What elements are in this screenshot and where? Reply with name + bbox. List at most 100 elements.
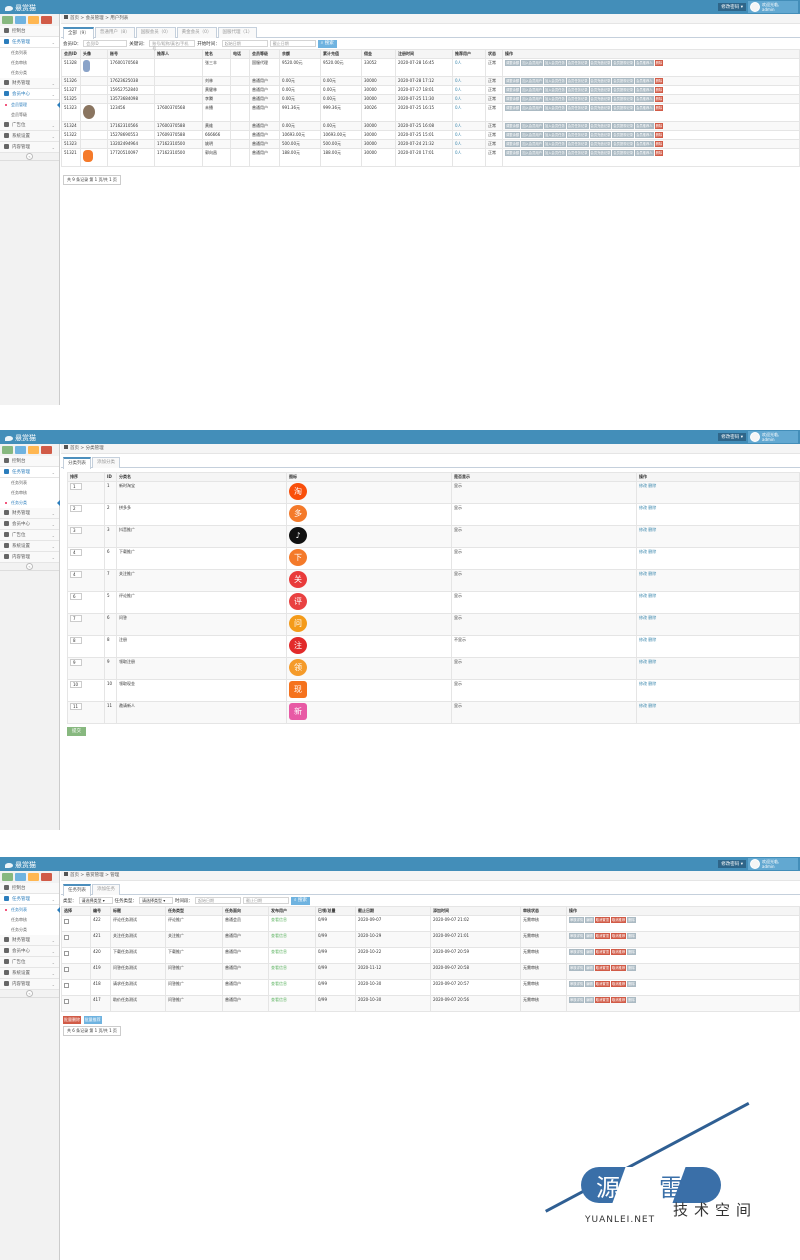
tab-all[interactable]: 全部（9） xyxy=(63,27,94,39)
action-button[interactable]: 取消推荐 xyxy=(610,949,627,955)
cog-shortcut-icon[interactable] xyxy=(41,873,52,881)
action-button[interactable]: 调整余额 xyxy=(505,78,521,84)
cell-actions[interactable]: 修改 删除 xyxy=(636,635,800,658)
nav-finance[interactable]: 财务管理 ⌄ xyxy=(0,935,59,946)
action-button[interactable]: 取消推荐 xyxy=(610,917,627,923)
action-button[interactable]: 会员充值记录 xyxy=(589,60,612,66)
action-button[interactable]: 会员推荐人 xyxy=(635,87,654,93)
action-button[interactable]: 会员推荐人 xyxy=(635,60,654,66)
row-checkbox[interactable] xyxy=(64,935,69,940)
action-button[interactable]: 会员任务记录 xyxy=(566,96,589,102)
crumb-home[interactable]: 首页 xyxy=(70,16,79,21)
action-button[interactable]: 会员任务记录 xyxy=(566,87,589,93)
home-shortcut-icon[interactable] xyxy=(2,873,13,881)
action-button[interactable]: 会员提现记录 xyxy=(612,96,635,102)
cell-actions[interactable]: 修改 删除 xyxy=(636,613,800,636)
action-button[interactable]: 会员任务记录 xyxy=(566,123,589,129)
action-button[interactable]: 调整余额 xyxy=(505,141,521,147)
member-id-input[interactable]: 会员ID xyxy=(83,40,128,47)
action-button[interactable]: 加入会员用户 xyxy=(521,78,543,84)
cog-shortcut-icon[interactable] xyxy=(41,446,52,454)
action-button[interactable]: 调整余额 xyxy=(505,123,521,129)
action-button[interactable]: 审核详情 xyxy=(569,997,585,1003)
sort-input[interactable]: 10 xyxy=(70,681,82,688)
action-button[interactable]: 取消推荐 xyxy=(610,997,627,1003)
row-checkbox[interactable] xyxy=(64,951,69,956)
action-button[interactable]: 删除 xyxy=(654,60,664,66)
action-button[interactable]: 会员推荐人 xyxy=(635,105,654,111)
settings-dropdown[interactable]: 修改密码 ▾ xyxy=(718,3,746,11)
action-button[interactable]: 加入会员用户 xyxy=(521,141,543,147)
cell-referrals-link[interactable]: 0人 xyxy=(452,103,486,122)
cell-referrals-link[interactable]: 0人 xyxy=(452,130,486,140)
tab-category-list[interactable]: 分类列表 xyxy=(63,457,91,469)
action-button[interactable]: 加入会员用户 xyxy=(521,132,543,138)
action-button[interactable]: 会员提现记录 xyxy=(612,60,635,66)
nav-task-mgmt[interactable]: 任务管理 ⌄ xyxy=(0,467,59,478)
users-shortcut-icon[interactable] xyxy=(28,16,39,24)
action-button[interactable]: 加入会员用户 xyxy=(521,96,543,102)
brand[interactable]: 悬赏猫 xyxy=(5,3,36,13)
action-button[interactable]: 取消推荐 xyxy=(610,981,627,987)
settings-dropdown[interactable]: 修改密码 ▾ xyxy=(718,860,746,868)
sort-input[interactable]: 4 xyxy=(70,571,82,578)
action-button[interactable]: 加入会员用户 xyxy=(521,60,543,66)
nav-member-level[interactable]: 会员等级 xyxy=(0,110,59,120)
action-button[interactable]: 删除 xyxy=(654,78,664,84)
action-button[interactable]: 会员提现记录 xyxy=(612,132,635,138)
search-button[interactable]: ⌕ 搜索 xyxy=(317,39,337,48)
brand[interactable]: 悬赏猫 xyxy=(5,860,36,870)
action-button[interactable]: 取消置顶 xyxy=(594,949,610,955)
nav-member-list[interactable]: 会员管理 xyxy=(0,100,60,110)
sidebar-collapse[interactable]: « xyxy=(0,563,59,571)
cell-actions[interactable]: 修改 删除 xyxy=(636,701,800,724)
action-button[interactable]: 删除 xyxy=(654,87,664,93)
action-button[interactable]: 加入会员任务 xyxy=(543,150,566,156)
action-button[interactable]: 会员任务记录 xyxy=(566,105,589,111)
row-checkbox[interactable] xyxy=(64,919,69,924)
sidebar-collapse[interactable]: « xyxy=(0,990,59,998)
action-button[interactable]: 加入会员任务 xyxy=(543,60,566,66)
action-button[interactable]: 取消置顶 xyxy=(594,997,610,1003)
action-button[interactable]: 删除 xyxy=(627,933,636,939)
action-button[interactable]: 调整余额 xyxy=(505,60,521,66)
cell-actions[interactable]: 修改 删除 xyxy=(636,547,800,570)
tab-vip[interactable]: 国服会员（0） xyxy=(135,27,176,38)
action-button[interactable]: 加入会员用户 xyxy=(521,150,543,156)
nav-task-category[interactable]: 任务分类 xyxy=(0,498,60,508)
cell-publisher-link[interactable]: 查看信息 xyxy=(268,979,316,996)
home-icon[interactable] xyxy=(64,872,68,876)
action-button[interactable]: 会员推荐人 xyxy=(635,123,654,129)
nav-task-review[interactable]: 任务审核 xyxy=(0,58,59,68)
action-button[interactable]: 加入会员任务 xyxy=(543,96,566,102)
action-button[interactable]: 取消置顶 xyxy=(594,933,610,939)
action-button[interactable]: 会员充值记录 xyxy=(589,96,612,102)
row-checkbox[interactable] xyxy=(64,999,69,1004)
cell-actions[interactable]: 修改 删除 xyxy=(636,503,800,526)
sidebar-collapse[interactable]: « xyxy=(0,153,59,161)
cell-publisher-link[interactable]: 查看信息 xyxy=(268,931,316,948)
action-button[interactable]: 取消置顶 xyxy=(594,981,610,987)
action-button[interactable]: 调整余额 xyxy=(505,87,521,93)
action-button[interactable]: 会员推荐人 xyxy=(635,78,654,84)
action-button[interactable]: 审核详情 xyxy=(569,965,585,971)
action-button[interactable]: 编辑 xyxy=(585,981,594,987)
nav-task-category[interactable]: 任务分类 xyxy=(0,68,59,78)
bulk-recommend-button[interactable]: 批量推荐 xyxy=(83,1016,102,1024)
action-button[interactable]: 取消置顶 xyxy=(594,965,610,971)
home-shortcut-icon[interactable] xyxy=(2,446,13,454)
action-button[interactable]: 加入会员任务 xyxy=(543,105,566,111)
nav-dashboard[interactable]: 控制台 xyxy=(0,456,59,467)
nav-task-review[interactable]: 任务审核 xyxy=(0,488,59,498)
action-button[interactable]: 加入会员任务 xyxy=(543,87,566,93)
action-button[interactable]: 会员推荐人 xyxy=(635,141,654,147)
crumb-section[interactable]: 悬赏管理 xyxy=(86,873,104,878)
sort-input[interactable]: 6 xyxy=(70,593,82,600)
action-button[interactable]: 会员任务记录 xyxy=(566,132,589,138)
nav-task-list[interactable]: 任务列表 xyxy=(0,48,59,58)
home-icon[interactable] xyxy=(64,15,68,19)
nav-finance[interactable]: 财务管理 ⌄ xyxy=(0,508,59,519)
action-button[interactable]: 加入会员用户 xyxy=(521,123,543,129)
action-button[interactable]: 会员提现记录 xyxy=(612,78,635,84)
action-button[interactable]: 会员提现记录 xyxy=(612,123,635,129)
